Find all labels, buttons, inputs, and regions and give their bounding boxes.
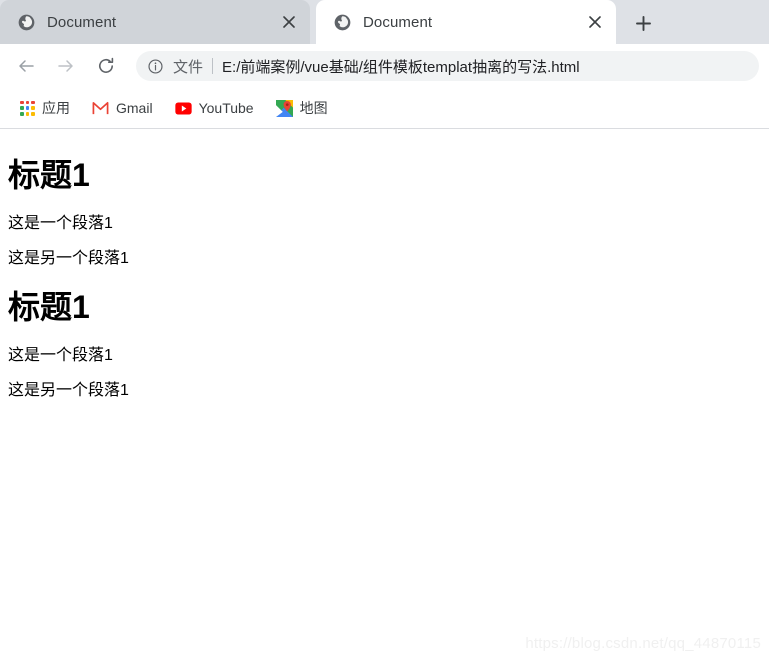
bookmarks-bar: 应用 Gmail YouTube 地图 <box>0 88 769 129</box>
tab-close-button[interactable] <box>582 9 608 35</box>
youtube-icon <box>174 101 192 115</box>
watermark: https://blog.csdn.net/qq_44870115 <box>525 635 761 652</box>
tab-strip: Document Document <box>0 0 769 44</box>
bookmark-label: 应用 <box>42 100 70 116</box>
info-circle-icon[interactable] <box>147 58 164 75</box>
plus-icon <box>635 15 651 31</box>
bookmark-gmail[interactable]: Gmail <box>84 95 161 121</box>
browser-toolbar: 文件 E:/前端案例/vue基础/组件模板templat抽离的写法.html <box>0 44 769 88</box>
globe-icon <box>334 14 351 30</box>
arrow-right-icon <box>58 60 73 72</box>
page-paragraph: 这是一个段落1 <box>8 215 113 233</box>
page-paragraph: 这是另一个段落1 <box>8 381 129 399</box>
page-heading: 标题1 <box>8 288 90 325</box>
google-maps-icon <box>275 99 293 117</box>
tab-close-button[interactable] <box>276 9 302 35</box>
bookmark-label: Gmail <box>116 100 153 116</box>
url-text: E:/前端案例/vue基础/组件模板templat抽离的写法.html <box>222 58 580 76</box>
page-viewport: 标题1 这是一个段落1 这是另一个段落1 标题1 这是一个段落1 这是另一个段落… <box>0 129 769 662</box>
bookmark-youtube[interactable]: YouTube <box>167 95 262 121</box>
globe-icon <box>18 14 35 30</box>
url-divider <box>212 58 214 74</box>
gmail-icon <box>92 101 109 114</box>
browser-window: Document Document 文件 E:/前端案例/vue基础/组件模板t… <box>0 0 769 662</box>
bookmark-maps[interactable]: 地图 <box>268 95 336 121</box>
bookmark-label: 地图 <box>299 100 328 116</box>
apps-grid-icon <box>20 100 35 116</box>
back-button[interactable] <box>10 50 42 82</box>
page-content: 标题1 这是一个段落1 这是另一个段落1 标题1 这是一个段落1 这是另一个段落… <box>0 129 769 424</box>
reload-icon <box>99 57 114 73</box>
tab-title: Document <box>363 13 433 31</box>
browser-tab-1[interactable]: Document <box>0 0 310 44</box>
new-tab-button[interactable] <box>626 6 660 40</box>
browser-tab-2[interactable]: Document <box>316 0 616 44</box>
reload-button[interactable] <box>90 50 122 82</box>
arrow-left-icon <box>19 60 34 72</box>
close-icon <box>283 16 295 28</box>
page-heading: 标题1 <box>8 157 90 193</box>
address-bar[interactable]: 文件 E:/前端案例/vue基础/组件模板templat抽离的写法.html <box>136 51 759 81</box>
close-icon <box>589 16 601 28</box>
bookmark-apps[interactable]: 应用 <box>12 95 78 121</box>
page-paragraph: 这是另一个段落1 <box>8 250 129 268</box>
page-paragraph: 这是一个段落1 <box>8 346 113 364</box>
url-scheme-label: 文件 <box>173 58 204 76</box>
tab-title: Document <box>47 13 117 31</box>
bookmark-label: YouTube <box>198 100 254 116</box>
forward-button[interactable] <box>50 50 82 82</box>
